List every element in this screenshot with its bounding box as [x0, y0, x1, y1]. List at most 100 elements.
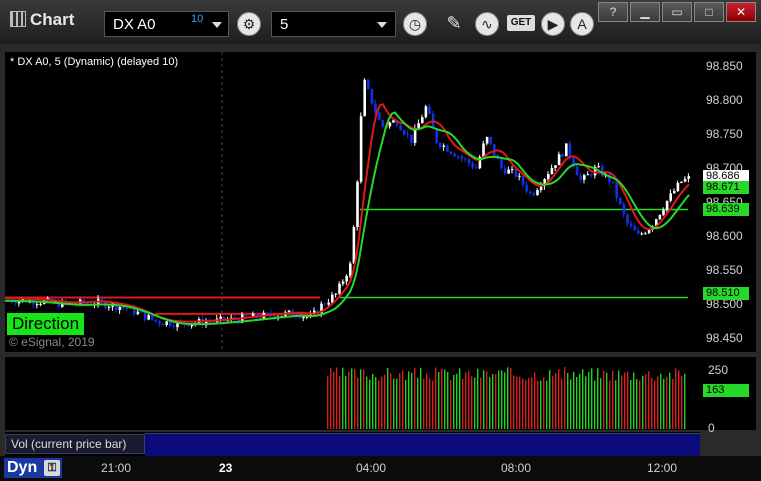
- volume-study-text: Vol (current price bar): [11, 437, 127, 451]
- candle-body: [658, 214, 662, 220]
- volume-bar: [342, 367, 344, 429]
- volume-bar: [372, 373, 374, 429]
- candle-body: [406, 134, 410, 136]
- volume-bar: [519, 376, 521, 429]
- volume-bar: [414, 367, 416, 429]
- volume-bar: [651, 377, 653, 429]
- price-chart[interactable]: [4, 52, 700, 352]
- volume-bar: [537, 380, 539, 429]
- direction-label: Direction: [7, 313, 85, 335]
- restore-button[interactable]: ▭: [662, 2, 692, 22]
- candle-body: [449, 151, 453, 154]
- candle-body: [172, 325, 176, 328]
- get-icon[interactable]: GET: [507, 15, 535, 31]
- volume-bar: [588, 371, 590, 429]
- volume-bar: [459, 368, 461, 429]
- candle-body: [287, 310, 291, 313]
- dynamic-mode-label: Dyn: [7, 459, 38, 476]
- symbol-input[interactable]: DX A0 10: [104, 11, 229, 37]
- volume-bar: [645, 374, 647, 429]
- volume-bar: [405, 380, 407, 429]
- volume-bar: [615, 380, 617, 429]
- candle-body: [439, 142, 442, 147]
- play-icon[interactable]: ▶: [541, 12, 565, 36]
- volume-bar: [489, 377, 491, 429]
- volume-bar: [435, 367, 437, 429]
- lock-icon[interactable]: ⚿: [44, 460, 60, 476]
- candle-body: [554, 165, 557, 168]
- volume-bar: [381, 376, 383, 429]
- volume-bar: [348, 371, 350, 429]
- volume-bar: [450, 380, 452, 429]
- candle-body: [446, 145, 449, 152]
- candle-body: [561, 154, 564, 157]
- candle-body: [356, 181, 359, 228]
- candle-body: [511, 169, 514, 171]
- candle-body: [532, 193, 536, 195]
- volume-bar: [462, 378, 464, 429]
- red-moving-average: [4, 103, 690, 323]
- volume-bar: [411, 372, 413, 429]
- candle-body: [676, 182, 680, 192]
- volume-bar: [339, 375, 341, 429]
- volume-bar: [417, 377, 419, 429]
- volume-panel[interactable]: [5, 357, 700, 430]
- candle-body: [388, 122, 392, 127]
- clock-icon[interactable]: ◷: [403, 12, 427, 36]
- price-axis-label: 98.750: [706, 126, 743, 141]
- price-axis-label: 98.800: [706, 92, 743, 107]
- maximize-button[interactable]: □: [694, 2, 724, 22]
- volume-bar: [420, 367, 422, 429]
- volume-bar: [531, 377, 533, 429]
- volume-bar: [402, 370, 404, 429]
- volume-bar: [378, 380, 380, 429]
- volume-bar: [558, 369, 560, 429]
- level-tag-upper: 98.639: [703, 203, 749, 216]
- pencil-icon[interactable]: ✎: [441, 10, 467, 36]
- interval-value: 5: [280, 16, 289, 33]
- window-title[interactable]: Chart: [10, 10, 74, 30]
- volume-bar: [399, 373, 401, 429]
- volume-bar: [678, 370, 680, 429]
- chevron-down-icon[interactable]: [212, 22, 222, 28]
- candle-body: [323, 303, 327, 305]
- candle-body: [507, 169, 510, 174]
- restore-label: ▭: [671, 5, 683, 19]
- candle-body: [518, 175, 521, 177]
- price-axis-label: 98.850: [706, 58, 743, 73]
- volume-bar: [480, 377, 482, 429]
- candle-body: [417, 123, 420, 128]
- volume-bar: [468, 370, 470, 429]
- candle-body: [107, 306, 111, 308]
- study-icon[interactable]: ∿: [475, 12, 499, 36]
- dynamic-mode-button[interactable]: Dyn ⚿: [4, 458, 62, 478]
- chevron-down-icon[interactable]: [377, 22, 387, 28]
- volume-bar: [585, 376, 587, 429]
- symbol-delay: 10: [191, 13, 204, 25]
- volume-bar: [456, 373, 458, 429]
- price-axis[interactable]: 98.850 98.800 98.750 98.700 98.650 98.600 98.5…: [700, 52, 756, 352]
- candle-body: [165, 321, 168, 325]
- candle-body: [464, 158, 467, 160]
- copyright-text: © eSignal, 2019: [9, 335, 95, 349]
- help-button[interactable]: ?: [598, 2, 628, 22]
- candle-body: [579, 175, 582, 180]
- volume-bar: [582, 369, 584, 429]
- candle-body: [680, 181, 683, 183]
- volume-bar: [600, 378, 602, 429]
- volume-bar: [663, 378, 665, 429]
- candle-body: [565, 143, 568, 157]
- candle-body: [482, 143, 485, 157]
- settings-icon[interactable]: ⚙: [237, 12, 261, 36]
- volume-study-label[interactable]: Vol (current price bar) ✕: [5, 434, 160, 454]
- close-button[interactable]: ✕: [726, 2, 756, 22]
- minimize-button[interactable]: ▁: [630, 2, 660, 22]
- candle-body: [143, 311, 147, 320]
- volume-bar: [507, 367, 509, 429]
- candle-body: [687, 176, 690, 179]
- interval-input[interactable]: 5: [271, 11, 396, 37]
- candle-body: [331, 294, 334, 303]
- chart-overlay-label: * DX A0, 5 (Dynamic) (delayed 10): [10, 56, 179, 68]
- alert-icon[interactable]: A: [570, 12, 594, 36]
- volume-bar: [669, 372, 671, 429]
